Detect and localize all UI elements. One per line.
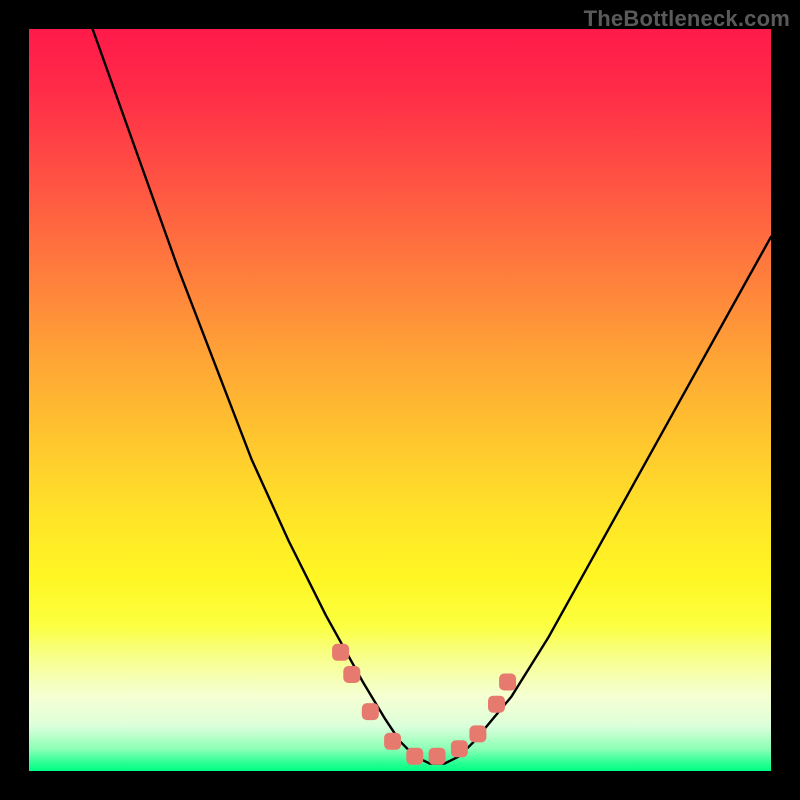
curve-marker [499, 674, 516, 691]
chart-svg [29, 29, 771, 771]
chart-frame: TheBottleneck.com [0, 0, 800, 800]
curve-marker [343, 666, 360, 683]
curve-marker [362, 703, 379, 720]
watermark-text: TheBottleneck.com [584, 6, 790, 32]
curve-marker [488, 696, 505, 713]
curve-marker [469, 725, 486, 742]
curve-marker [332, 644, 349, 661]
curve-marker [451, 740, 468, 757]
plot-area [29, 29, 771, 771]
curve-marker [406, 748, 423, 765]
curve-path [29, 29, 771, 764]
marker-group [332, 644, 516, 765]
curve-marker [429, 748, 446, 765]
curve-marker [384, 733, 401, 750]
